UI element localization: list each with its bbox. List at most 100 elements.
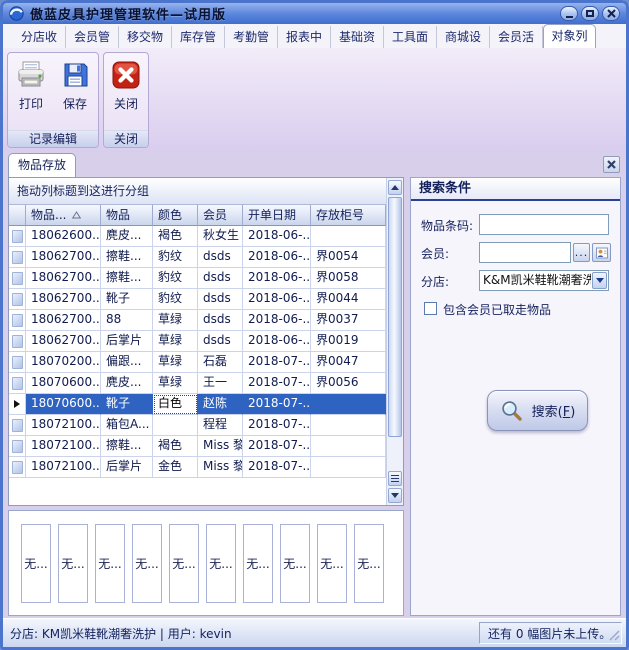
- table-cell[interactable]: 后掌片: [101, 457, 153, 478]
- table-cell[interactable]: dsds: [198, 331, 243, 352]
- table-cell[interactable]: 界0056: [311, 373, 386, 394]
- photo-placeholder[interactable]: 无...: [206, 524, 236, 603]
- table-cell[interactable]: 擦鞋...: [101, 247, 153, 268]
- menu-tab[interactable]: 工具面: [384, 26, 437, 48]
- menu-tab[interactable]: 报表中: [278, 26, 331, 48]
- table-cell[interactable]: 秋女生: [198, 226, 243, 247]
- table-cell[interactable]: 2018-07-...: [243, 436, 311, 457]
- table-cell[interactable]: 2018-06-...: [243, 268, 311, 289]
- row-indicator[interactable]: [9, 268, 26, 289]
- menu-tab[interactable]: 分店收: [13, 26, 66, 48]
- table-cell[interactable]: dsds: [198, 310, 243, 331]
- row-indicator[interactable]: [9, 373, 26, 394]
- menu-tab[interactable]: 基础资: [331, 26, 384, 48]
- title-bar[interactable]: 傲蓝皮具护理管理软件—试用版: [2, 2, 627, 24]
- table-cell[interactable]: 赵陈: [198, 394, 243, 415]
- table-cell[interactable]: 18070600...: [26, 394, 101, 415]
- include-taken-checkbox[interactable]: [424, 302, 437, 315]
- table-cell[interactable]: 18062700...: [26, 247, 101, 268]
- table-cell[interactable]: 18062600...: [26, 226, 101, 247]
- table-cell[interactable]: 靴子: [101, 289, 153, 310]
- member-input[interactable]: [479, 242, 571, 263]
- photo-placeholder[interactable]: 无...: [280, 524, 310, 603]
- menu-tab[interactable]: 考勤管: [225, 26, 278, 48]
- row-indicator[interactable]: [9, 457, 26, 478]
- table-cell[interactable]: [311, 226, 386, 247]
- menu-tab[interactable]: 会员活: [490, 26, 543, 48]
- photo-placeholder[interactable]: 无...: [95, 524, 125, 603]
- table-cell[interactable]: 偏跟...: [101, 352, 153, 373]
- branch-dropdown[interactable]: K&M凯米鞋靴潮奢洗护: [479, 270, 609, 291]
- table-cell[interactable]: Miss 黎: [198, 436, 243, 457]
- table-cell[interactable]: 豹纹: [153, 247, 198, 268]
- photo-placeholder[interactable]: 无...: [132, 524, 162, 603]
- maximize-button[interactable]: [581, 6, 599, 21]
- menu-tab[interactable]: 移交物: [119, 26, 172, 48]
- table-cell[interactable]: [311, 415, 386, 436]
- table-cell[interactable]: 草绿: [153, 331, 198, 352]
- column-header[interactable]: 会员: [198, 205, 243, 226]
- photo-placeholder[interactable]: 无...: [169, 524, 199, 603]
- table-cell[interactable]: 18062700...: [26, 289, 101, 310]
- close-document-button[interactable]: [603, 156, 620, 173]
- table-cell[interactable]: 草绿: [153, 373, 198, 394]
- minimize-button[interactable]: [560, 6, 578, 21]
- table-cell[interactable]: 18062700...: [26, 268, 101, 289]
- table-row[interactable]: 18062700...靴子豹纹dsds2018-06-...界0044: [9, 289, 386, 310]
- table-cell[interactable]: 界0019: [311, 331, 386, 352]
- table-row[interactable]: 18062700...擦鞋...豹纹dsds2018-06-...界0054: [9, 247, 386, 268]
- table-cell[interactable]: 2018-07-...: [243, 394, 311, 415]
- search-button[interactable]: 搜索(F): [487, 390, 588, 431]
- table-cell[interactable]: 2018-07-...: [243, 457, 311, 478]
- menu-tab[interactable]: 商城设: [437, 26, 490, 48]
- menu-tab[interactable]: 会员管: [66, 26, 119, 48]
- column-header[interactable]: 颜色: [153, 205, 198, 226]
- table-cell[interactable]: 箱包A...: [101, 415, 153, 436]
- table-cell[interactable]: 界0054: [311, 247, 386, 268]
- table-row[interactable]: 18062700...后掌片草绿dsds2018-06-...界0019: [9, 331, 386, 352]
- barcode-input[interactable]: [479, 214, 609, 235]
- table-row[interactable]: 18072100...箱包A... 程程2018-07-...: [9, 415, 386, 436]
- dropdown-button[interactable]: [592, 272, 607, 289]
- photo-placeholder[interactable]: 无...: [21, 524, 51, 603]
- table-cell[interactable]: 2018-06-...: [243, 226, 311, 247]
- photo-placeholder[interactable]: 无...: [354, 524, 384, 603]
- table-cell[interactable]: 18072100...: [26, 436, 101, 457]
- group-by-drop-zone[interactable]: 拖动列标题到这进行分组: [9, 178, 386, 205]
- table-cell[interactable]: 草绿: [153, 352, 198, 373]
- row-indicator[interactable]: [9, 226, 26, 247]
- table-cell[interactable]: [311, 436, 386, 457]
- row-indicator[interactable]: [9, 289, 26, 310]
- row-indicator[interactable]: [9, 331, 26, 352]
- table-cell[interactable]: 草绿: [153, 310, 198, 331]
- table-cell[interactable]: dsds: [198, 268, 243, 289]
- table-cell[interactable]: 擦鞋...: [101, 436, 153, 457]
- table-cell[interactable]: 2018-07-...: [243, 415, 311, 436]
- column-header[interactable]: 物品: [101, 205, 153, 226]
- table-cell[interactable]: 18062700...: [26, 331, 101, 352]
- table-cell[interactable]: 擦鞋...: [101, 268, 153, 289]
- table-cell[interactable]: Miss 黎: [198, 457, 243, 478]
- table-cell[interactable]: 麂皮...: [101, 373, 153, 394]
- table-cell[interactable]: 界0047: [311, 352, 386, 373]
- table-cell[interactable]: 界0058: [311, 268, 386, 289]
- table-cell[interactable]: 石磊: [198, 352, 243, 373]
- table-cell[interactable]: 程程: [198, 415, 243, 436]
- photo-placeholder[interactable]: 无...: [243, 524, 273, 603]
- column-header[interactable]: 物品...: [26, 205, 101, 226]
- scrollbar-options-button[interactable]: [388, 471, 402, 486]
- table-cell[interactable]: 88: [101, 310, 153, 331]
- scrollbar-thumb[interactable]: [388, 197, 402, 437]
- resize-grip[interactable]: [608, 629, 620, 641]
- table-cell[interactable]: 18072100...: [26, 415, 101, 436]
- table-row[interactable]: 18070600...靴子白色赵陈2018-07-...: [9, 394, 386, 415]
- table-row[interactable]: 18072100...后掌片金色Miss 黎2018-07-...: [9, 457, 386, 478]
- table-row[interactable]: 18070600...麂皮...草绿王一2018-07-...界0056: [9, 373, 386, 394]
- table-cell[interactable]: dsds: [198, 289, 243, 310]
- table-cell[interactable]: [311, 394, 386, 415]
- table-cell[interactable]: 白色: [153, 394, 198, 415]
- table-cell[interactable]: 豹纹: [153, 289, 198, 310]
- row-indicator[interactable]: [9, 415, 26, 436]
- scroll-down-button[interactable]: [388, 488, 402, 503]
- table-cell[interactable]: 界0037: [311, 310, 386, 331]
